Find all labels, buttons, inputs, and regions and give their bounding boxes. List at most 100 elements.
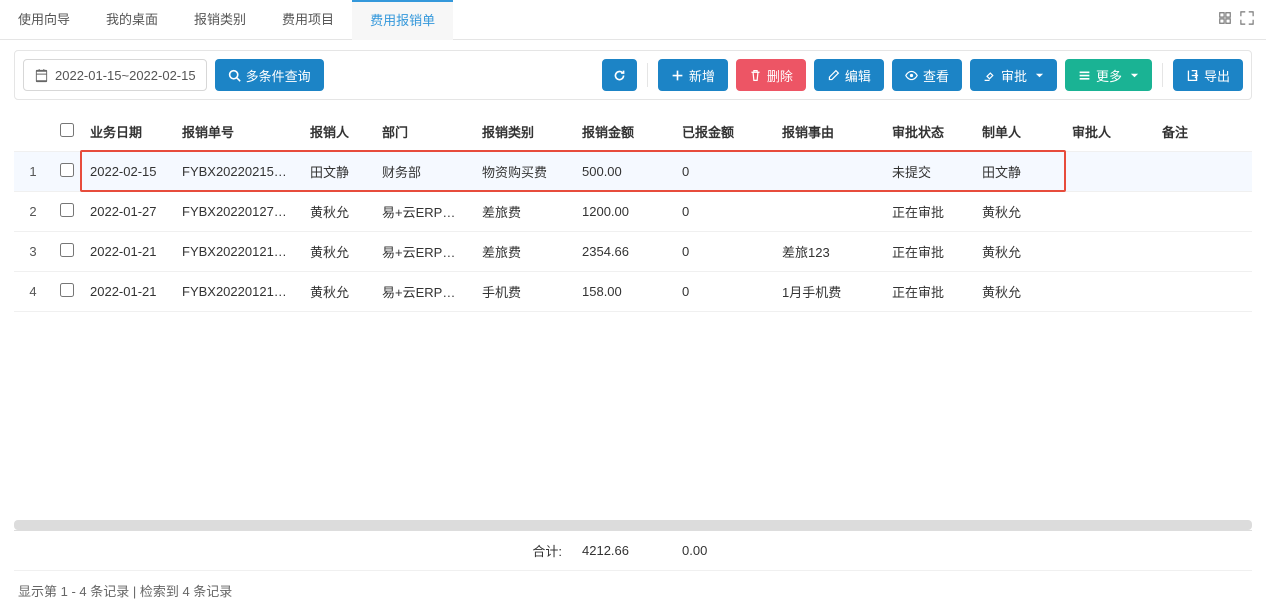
table-row[interactable]: 32022-01-21FYBX2022012100...黄秋允易+云ERP演示差… <box>14 232 1252 272</box>
cell-status: 正在审批 <box>884 272 974 312</box>
cell-person: 黄秋允 <box>302 192 374 232</box>
col-paid[interactable]: 已报金额 <box>674 112 774 152</box>
cell-type: 物资购买费 <box>474 152 574 192</box>
cell-creator: 黄秋允 <box>974 232 1064 272</box>
new-label: 新增 <box>689 66 715 85</box>
cell-date: 2022-02-15 <box>82 152 174 192</box>
cell-type: 差旅费 <box>474 192 574 232</box>
date-range-text: 2022-01-15~2022-02-15 <box>55 68 196 83</box>
edit-button[interactable]: 编辑 <box>814 59 884 91</box>
refresh-button[interactable] <box>602 59 637 91</box>
cell-creator: 黄秋允 <box>974 192 1064 232</box>
col-amount[interactable]: 报销金额 <box>574 112 674 152</box>
data-grid: 业务日期 报销单号 报销人 部门 报销类别 报销金额 已报金额 报销事由 审批状… <box>14 112 1252 614</box>
col-person[interactable]: 报销人 <box>302 112 374 152</box>
cell-approver <box>1064 272 1154 312</box>
advanced-query-button[interactable]: 多条件查询 <box>215 59 324 91</box>
cell-dept: 易+云ERP演示 <box>374 272 474 312</box>
close-all-icon[interactable] <box>1218 11 1232 28</box>
cell-dept: 易+云ERP演示 <box>374 192 474 232</box>
table-row[interactable]: 42022-01-21FYBX2022012100...黄秋允易+云ERP演示手… <box>14 272 1252 312</box>
record-summary: 显示第 1 - 4 条记录 | 检索到 4 条记录 <box>18 584 232 599</box>
col-reason[interactable]: 报销事由 <box>774 112 884 152</box>
view-button[interactable]: 查看 <box>892 59 962 91</box>
bars-icon <box>1078 69 1091 82</box>
cell-amount: 500.00 <box>574 152 674 192</box>
col-approver[interactable]: 审批人 <box>1064 112 1154 152</box>
chevron-down-icon <box>1130 71 1139 80</box>
cell-paid: 0 <box>674 232 774 272</box>
cell-creator: 黄秋允 <box>974 272 1064 312</box>
cell-type: 差旅费 <box>474 232 574 272</box>
tab-expense-form[interactable]: 费用报销单 <box>352 0 453 40</box>
fullscreen-icon[interactable] <box>1240 11 1254 28</box>
eye-icon <box>905 69 918 82</box>
cell-creator: 田文静 <box>974 152 1064 192</box>
approve-label: 审批 <box>1001 66 1027 85</box>
cell-date: 2022-01-27 <box>82 192 174 232</box>
tab-category[interactable]: 报销类别 <box>176 0 264 40</box>
calendar-icon <box>34 68 49 83</box>
col-docno[interactable]: 报销单号 <box>174 112 302 152</box>
cell-docno: FYBX2022012100... <box>174 272 302 312</box>
col-remark[interactable]: 备注 <box>1154 112 1252 152</box>
tab-desktop[interactable]: 我的桌面 <box>88 0 176 40</box>
col-rownum <box>14 112 52 152</box>
cell-remark <box>1154 152 1252 192</box>
table-header-row: 业务日期 报销单号 报销人 部门 报销类别 报销金额 已报金额 报销事由 审批状… <box>14 112 1252 152</box>
more-label: 更多 <box>1096 66 1122 85</box>
row-checkbox[interactable] <box>60 203 74 217</box>
export-button[interactable]: 导出 <box>1173 59 1243 91</box>
more-button[interactable]: 更多 <box>1065 59 1152 91</box>
cell-remark <box>1154 232 1252 272</box>
cell-dept: 财务部 <box>374 152 474 192</box>
tab-guide[interactable]: 使用向导 <box>0 0 88 40</box>
row-number: 2 <box>14 192 52 232</box>
grid-footer: 显示第 1 - 4 条记录 | 检索到 4 条记录 <box>14 571 1252 614</box>
col-creator[interactable]: 制单人 <box>974 112 1064 152</box>
table-row[interactable]: 22022-01-27FYBX2022012700...黄秋允易+云ERP演示差… <box>14 192 1252 232</box>
view-label: 查看 <box>923 66 949 85</box>
export-icon <box>1186 69 1199 82</box>
col-status[interactable]: 审批状态 <box>884 112 974 152</box>
col-dept[interactable]: 部门 <box>374 112 474 152</box>
cell-reason <box>774 152 884 192</box>
row-checkbox[interactable] <box>60 163 74 177</box>
cell-paid: 0 <box>674 152 774 192</box>
delete-label: 删除 <box>767 66 793 85</box>
date-range-picker[interactable]: 2022-01-15~2022-02-15 <box>23 59 207 91</box>
approve-button[interactable]: 审批 <box>970 59 1057 91</box>
export-label: 导出 <box>1204 66 1230 85</box>
cell-docno: FYBX2022012100... <box>174 232 302 272</box>
totals-amount: 4212.66 <box>574 531 674 571</box>
gavel-icon <box>983 69 996 82</box>
cell-docno: FYBX2022012700... <box>174 192 302 232</box>
cell-approver <box>1064 192 1154 232</box>
new-button[interactable]: 新增 <box>658 59 728 91</box>
top-tabs: 使用向导 我的桌面 报销类别 费用项目 费用报销单 <box>0 0 1266 40</box>
delete-button[interactable]: 删除 <box>736 59 806 91</box>
edit-icon <box>827 69 840 82</box>
edit-label: 编辑 <box>845 66 871 85</box>
chevron-down-icon <box>1035 71 1044 80</box>
col-date[interactable]: 业务日期 <box>82 112 174 152</box>
trash-icon <box>749 69 762 82</box>
row-number: 3 <box>14 232 52 272</box>
totals-paid: 0.00 <box>674 531 774 571</box>
col-type[interactable]: 报销类别 <box>474 112 574 152</box>
row-checkbox[interactable] <box>60 243 74 257</box>
cell-type: 手机费 <box>474 272 574 312</box>
select-all-checkbox[interactable] <box>60 123 74 137</box>
table-row[interactable]: 12022-02-15FYBX2022021500...田文静财务部物资购买费5… <box>14 152 1252 192</box>
cell-amount: 1200.00 <box>574 192 674 232</box>
cell-remark <box>1154 192 1252 232</box>
cell-reason: 差旅123 <box>774 232 884 272</box>
cell-remark <box>1154 272 1252 312</box>
cell-paid: 0 <box>674 272 774 312</box>
cell-docno: FYBX2022021500... <box>174 152 302 192</box>
cell-reason: 1月手机费 <box>774 272 884 312</box>
row-checkbox[interactable] <box>60 283 74 297</box>
tab-expense-item[interactable]: 费用项目 <box>264 0 352 40</box>
horizontal-scrollbar[interactable] <box>14 520 1252 530</box>
row-number: 4 <box>14 272 52 312</box>
